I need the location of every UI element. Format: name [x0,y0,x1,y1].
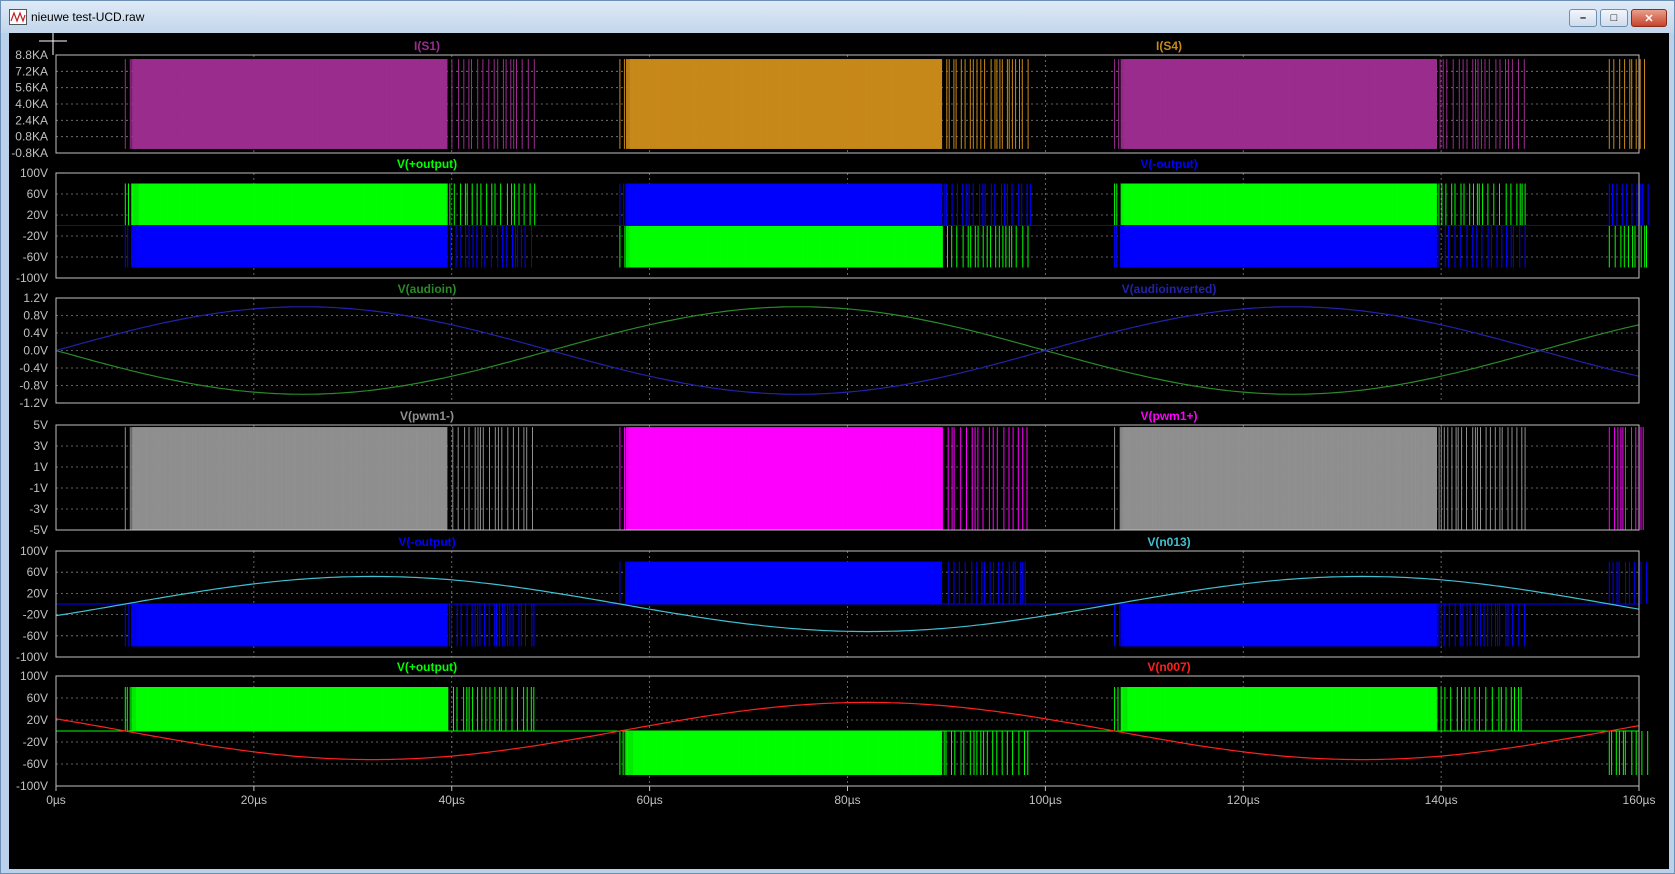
close-icon: ✕ [1644,12,1654,25]
pane-2-ytick-label: 100V [20,166,48,180]
pane-3-ytick-label: -0.4V [19,361,48,375]
pane-6-ytick-label: -60V [23,757,48,771]
pane-6-ytick-label: 60V [27,691,48,705]
minimize-button[interactable]: – [1569,9,1597,27]
pane-3-ytick-label: 0.8V [23,309,48,323]
x-tick-label: 40µs [439,793,465,807]
pane-1-ytick-label: -0.8KA [11,146,48,160]
x-tick-label: 0µs [46,793,66,807]
pane-6-series-1-legend-label: V(n007) [1147,660,1190,674]
pane-3-ytick-label: 1.2V [23,291,48,305]
pane-4-ytick-label: -1V [29,481,48,495]
pane-5-series-0-legend-label: V(-output) [398,535,455,549]
pane-6-ytick-label: -20V [23,735,48,749]
pane-2-ytick-label: 60V [27,187,48,201]
pane-1-ytick-label: 8.8KA [15,48,48,62]
x-tick-label: 160µs [1623,793,1656,807]
pane-4-ytick-label: 1V [33,460,48,474]
pane-3-ytick-label: 0.4V [23,326,48,340]
pane-2-ytick-label: -20V [23,229,48,243]
pane-2-ytick-label: 20V [27,208,48,222]
pane-3-series-1-legend-label: V(audioinverted) [1122,282,1217,296]
x-tick-label: 140µs [1425,793,1458,807]
pane-4-ytick-label: -5V [29,523,48,537]
pane-6-ytick-label: 20V [27,713,48,727]
pane-5-ytick-label: 60V [27,565,48,579]
pane-1-ytick-label: 2.4KA [15,113,48,127]
x-tick-label: 100µs [1029,793,1062,807]
x-tick-label: 120µs [1227,793,1260,807]
pane-4-ytick-label: 5V [33,418,48,432]
pane-5-ytick-label: 100V [20,544,48,558]
pane-2-ytick-label: -100V [16,271,48,285]
pane-1-series-0-legend-label: I(S1) [414,39,440,53]
pane-3-series-0-legend-label: V(audioin) [398,282,457,296]
window-title: nieuwe test-UCD.raw [31,10,145,24]
x-tick-label: 20µs [241,793,267,807]
pane-5-series-1-legend-label: V(n013) [1147,535,1190,549]
waveform-window: nieuwe test-UCD.raw – □ ✕ 8.8KA 7.2KA 5.6K… [0,0,1675,874]
pane-1-ytick-label: 5.6KA [15,81,48,95]
pane-3-ytick-label: 0.0V [23,344,48,358]
pane-4-series-0-legend-label: V(pwm1-) [400,409,454,423]
ltspice-waveform-icon [9,9,27,25]
maximize-button[interactable]: □ [1600,9,1628,27]
pane-1-series-1-legend-label: I(S4) [1156,39,1182,53]
pane-1-ytick-label: 7.2KA [15,64,48,78]
pane-5-ytick-label: -60V [23,629,48,643]
pane-6-ytick-label: 100V [20,669,48,683]
pane-3-ytick-label: -0.8V [19,379,48,393]
pane-1-ytick-label: 0.8KA [15,130,48,144]
plot-area[interactable]: 8.8KA 7.2KA 5.6KA 4.0KA 2.4KA 0.8KA -0.8KA I(S1… [9,27,1669,869]
waveform-svg[interactable]: 8.8KA 7.2KA 5.6KA 4.0KA 2.4KA 0.8KA -0.8KA I(S1… [9,27,1669,869]
pane-2-series-0-legend-label: V(+output) [397,157,457,171]
pane-6-ytick-label: -100V [16,779,48,793]
minimize-icon: – [1579,12,1587,24]
maximize-icon: □ [1610,12,1618,24]
pane-4-series-1-legend-label: V(pwm1+) [1140,409,1197,423]
pane-4-ytick-label: -3V [29,502,48,516]
pane-5-ytick-label: -100V [16,650,48,664]
x-tick-label: 60µs [636,793,662,807]
pane-2-series-1-legend-label: V(-output) [1140,157,1197,171]
pane-5-ytick-label: 20V [27,586,48,600]
pane-5-ytick-label: -20V [23,608,48,622]
pane-1-ytick-label: 4.0KA [15,97,48,111]
title-bar[interactable]: nieuwe test-UCD.raw – □ ✕ [1,1,1674,33]
pane-4-ytick-label: 3V [33,439,48,453]
pane-6-series-0-legend-label: V(+output) [397,660,457,674]
close-button[interactable]: ✕ [1631,9,1667,27]
pane-3-ytick-label: -1.2V [19,396,48,410]
x-tick-label: 80µs [834,793,860,807]
pane-2-ytick-label: -60V [23,250,48,264]
